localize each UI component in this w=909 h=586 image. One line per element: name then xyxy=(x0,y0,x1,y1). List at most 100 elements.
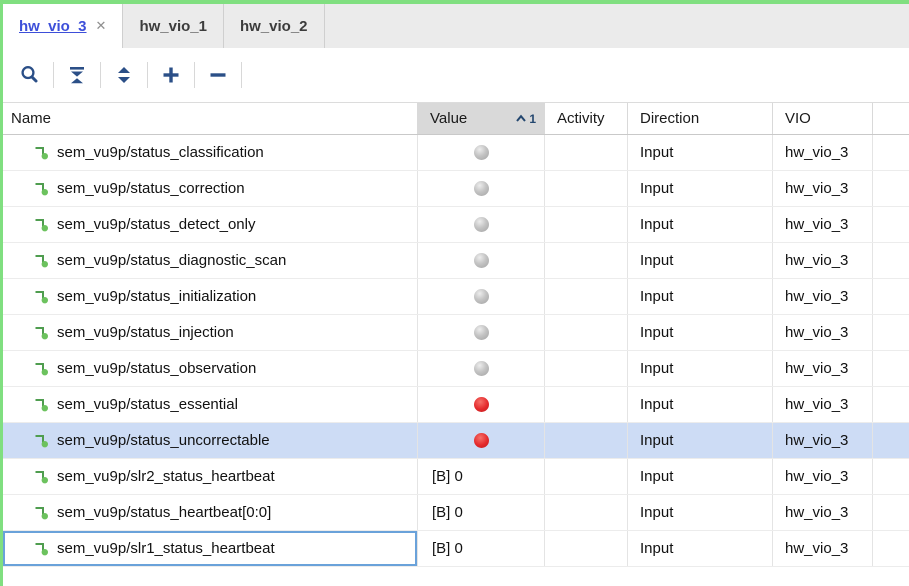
direction-cell: Input xyxy=(628,243,773,278)
value-cell[interactable] xyxy=(418,135,545,170)
row-filler xyxy=(873,207,909,242)
value-cell[interactable]: [B] 0 xyxy=(418,495,545,530)
row-filler xyxy=(873,135,909,170)
direction-cell: Input xyxy=(628,387,773,422)
search-button[interactable] xyxy=(11,59,49,91)
value-cell[interactable]: [B] 0 xyxy=(418,459,545,494)
activity-cell xyxy=(545,495,628,530)
remove-probes-button[interactable] xyxy=(199,59,237,91)
name-cell[interactable]: sem_vu9p/status_uncorrectable xyxy=(3,423,418,458)
collapse-all-button[interactable] xyxy=(58,59,96,91)
value-cell[interactable] xyxy=(418,243,545,278)
toolbar-separator xyxy=(241,62,242,88)
add-probes-button[interactable] xyxy=(152,59,190,91)
column-label: Activity xyxy=(557,110,605,127)
toolbar-separator xyxy=(194,62,195,88)
direction-cell: Input xyxy=(628,495,773,530)
led-indicator-gray xyxy=(473,325,489,340)
table-row[interactable]: sem_vu9p/slr2_status_heartbeat [B] 0 Input… xyxy=(3,459,909,495)
probe-name-wrap: sem_vu9p/status_essential xyxy=(33,396,238,413)
name-cell[interactable]: sem_vu9p/slr1_status_heartbeat xyxy=(3,531,418,566)
value-cell[interactable] xyxy=(418,387,545,422)
expand-all-button[interactable] xyxy=(105,59,143,91)
name-cell[interactable]: sem_vu9p/status_detect_only xyxy=(3,207,418,242)
vio-cell: hw_vio_3 xyxy=(773,387,873,422)
vio-text: hw_vio_3 xyxy=(785,144,849,161)
probe-name-wrap: sem_vu9p/status_classification xyxy=(33,144,264,161)
table-row[interactable]: sem_vu9p/status_diagnostic_scan Input hw_v… xyxy=(3,243,909,279)
direction-cell: Input xyxy=(628,351,773,386)
input-probe-icon xyxy=(35,219,48,232)
value-text: [B] 0 xyxy=(432,468,463,485)
column-header-direction[interactable]: Direction xyxy=(628,103,773,134)
input-probe-icon xyxy=(35,291,48,304)
activity-cell xyxy=(545,531,628,566)
column-header-activity[interactable]: Activity xyxy=(545,103,628,134)
probe-name-wrap: sem_vu9p/slr1_status_heartbeat xyxy=(33,540,275,557)
vio-text: hw_vio_3 xyxy=(785,180,849,197)
name-cell[interactable]: sem_vu9p/status_observation xyxy=(3,351,418,386)
chevron-up-icon xyxy=(516,114,527,122)
table-row[interactable]: sem_vu9p/status_detect_only Input hw_vio_3 xyxy=(3,207,909,243)
led-indicator-gray xyxy=(473,289,489,304)
direction-text: Input xyxy=(640,468,674,485)
row-filler xyxy=(873,459,909,494)
value-cell[interactable] xyxy=(418,351,545,386)
probe-name: sem_vu9p/status_uncorrectable xyxy=(57,432,270,449)
table-row[interactable]: sem_vu9p/status_initialization Input hw_vi… xyxy=(3,279,909,315)
row-filler xyxy=(873,279,909,314)
tab-hw-vio-1[interactable]: hw_vio_1 xyxy=(123,4,224,48)
name-cell[interactable]: sem_vu9p/status_essential xyxy=(3,387,418,422)
table-header: Name Value 1 Activity Direction VIO xyxy=(3,102,909,135)
vio-text: hw_vio_3 xyxy=(785,504,849,521)
table-row[interactable]: sem_vu9p/status_uncorrectable Input hw_vio… xyxy=(3,423,909,459)
probe-name-wrap: sem_vu9p/status_initialization xyxy=(33,288,256,305)
name-cell[interactable]: sem_vu9p/status_initialization xyxy=(3,279,418,314)
column-header-name[interactable]: Name xyxy=(3,103,418,134)
tab-label: hw_vio_3 xyxy=(19,17,87,35)
value-cell[interactable] xyxy=(418,171,545,206)
value-cell[interactable] xyxy=(418,423,545,458)
vio-cell: hw_vio_3 xyxy=(773,351,873,386)
tab-hw-vio-3[interactable]: hw_vio_3 ✕ xyxy=(3,4,124,48)
value-cell[interactable] xyxy=(418,279,545,314)
name-cell[interactable]: sem_vu9p/status_heartbeat[0:0] xyxy=(3,495,418,530)
table-row[interactable]: sem_vu9p/status_correction Input hw_vio_3 xyxy=(3,171,909,207)
column-header-vio[interactable]: VIO xyxy=(773,103,873,134)
vio-text: hw_vio_3 xyxy=(785,432,849,449)
table-row[interactable]: sem_vu9p/status_essential Input hw_vio_3 xyxy=(3,387,909,423)
column-header-value[interactable]: Value 1 xyxy=(418,103,545,134)
name-cell[interactable]: sem_vu9p/status_injection xyxy=(3,315,418,350)
probe-name: sem_vu9p/status_heartbeat[0:0] xyxy=(57,504,272,521)
direction-text: Input xyxy=(640,216,674,233)
name-cell[interactable]: sem_vu9p/status_diagnostic_scan xyxy=(3,243,418,278)
direction-text: Input xyxy=(640,396,674,413)
probe-name: sem_vu9p/status_initialization xyxy=(57,288,257,305)
direction-cell: Input xyxy=(628,207,773,242)
value-cell[interactable] xyxy=(418,207,545,242)
name-cell[interactable]: sem_vu9p/slr2_status_heartbeat xyxy=(3,459,418,494)
table-row[interactable]: sem_vu9p/status_observation Input hw_vio_3 xyxy=(3,351,909,387)
value-cell[interactable] xyxy=(418,315,545,350)
led-indicator-gray xyxy=(473,253,489,268)
direction-text: Input xyxy=(640,540,674,557)
table-row[interactable]: sem_vu9p/status_heartbeat[0:0] [B] 0 Input… xyxy=(3,495,909,531)
input-probe-icon xyxy=(35,363,48,376)
table-row[interactable]: sem_vu9p/status_injection Input hw_vio_3 xyxy=(3,315,909,351)
column-header-filler xyxy=(873,103,909,134)
close-icon[interactable]: ✕ xyxy=(96,18,107,34)
tab-hw-vio-2[interactable]: hw_vio_2 xyxy=(224,4,325,48)
table-row[interactable]: sem_vu9p/status_classification Input hw_vi… xyxy=(3,135,909,171)
probe-name: sem_vu9p/slr1_status_heartbeat xyxy=(57,540,275,557)
value-cell[interactable]: [B] 0 xyxy=(418,531,545,566)
input-probe-icon xyxy=(35,543,48,556)
direction-text: Input xyxy=(640,180,674,197)
name-cell[interactable]: sem_vu9p/status_correction xyxy=(3,171,418,206)
name-cell[interactable]: sem_vu9p/status_classification xyxy=(3,135,418,170)
sort-order: 1 xyxy=(529,111,536,126)
row-filler xyxy=(873,387,909,422)
probe-name: sem_vu9p/status_classification xyxy=(57,144,264,161)
vio-cell: hw_vio_3 xyxy=(773,495,873,530)
direction-cell: Input xyxy=(628,423,773,458)
table-row[interactable]: sem_vu9p/slr1_status_heartbeat [B] 0 Input… xyxy=(3,531,909,567)
